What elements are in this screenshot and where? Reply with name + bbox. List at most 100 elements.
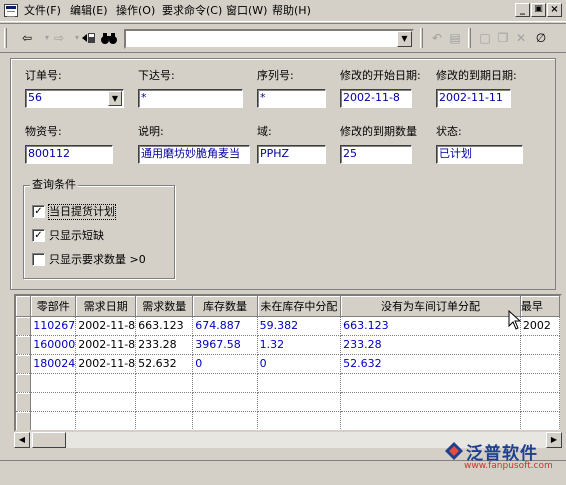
toolbar-separator [420, 28, 423, 48]
order-no-dropdown-button[interactable]: ▼ [108, 91, 122, 106]
row-header[interactable] [16, 392, 32, 412]
row-header[interactable] [16, 335, 32, 355]
table-row[interactable]: 110267 2002-11-8 663.123 674.887 59.382 … [16, 316, 560, 336]
menu-operation[interactable]: 操作(O) [116, 4, 155, 18]
today-pickup-label: 当日提货计划 [48, 204, 116, 220]
due-qty-label: 修改的到期数量 [340, 125, 417, 138]
order-no-select[interactable]: 56 ▼ [25, 89, 124, 108]
domain-label: 域: [257, 125, 272, 138]
cell-unallocated-stock[interactable]: 59.382 [257, 316, 342, 336]
cell-earliest[interactable] [520, 354, 560, 374]
desc-label: 说明: [138, 125, 164, 138]
cell-req-qty[interactable]: 52.632 [135, 354, 194, 374]
row-header[interactable] [16, 411, 32, 430]
cell-stock-qty[interactable]: 0 [192, 354, 258, 374]
start-date-input[interactable]: 2002-11-8 [340, 89, 412, 108]
shortage-only-label: 只显示短缺 [49, 229, 104, 242]
requirements-table: 零部件 需求日期 需求数量 库存数量 未在库存中分配 没有为车间订单分配 最早 … [16, 296, 560, 430]
undo-icon[interactable]: ↶ [428, 30, 446, 46]
cell-unallocated-workorder[interactable]: 52.632 [340, 354, 521, 374]
col-header-unallocated-stock[interactable]: 未在库存中分配 [257, 296, 342, 317]
toolbar-grip [4, 28, 7, 48]
cell-unallocated-stock[interactable]: 0 [257, 354, 342, 374]
item-no-label: 物资号: [25, 125, 62, 138]
due-date-input[interactable]: 2002-11-11 [436, 89, 511, 108]
cell-req-date[interactable]: 2002-11-8 [75, 316, 137, 336]
eraser-icon[interactable]: ∅ [532, 30, 550, 46]
cell-unallocated-workorder[interactable]: 233.28 [340, 335, 521, 355]
menu-window[interactable]: 窗口(W) [226, 4, 267, 18]
forward-arrow-icon[interactable]: ⇨ [50, 30, 68, 46]
start-date-label: 修改的开始日期: [340, 69, 421, 82]
close-button[interactable]: × [547, 3, 562, 17]
row-header[interactable] [16, 354, 32, 374]
scroll-left-button[interactable]: ◀ [14, 432, 30, 448]
shortage-only-checkbox[interactable]: ✓ [32, 229, 45, 242]
next-record-icon[interactable] [80, 30, 98, 46]
desc-input[interactable]: 通用磨坊妙脆角麦当 [138, 145, 250, 164]
col-header-req-date[interactable]: 需求日期 [75, 296, 137, 317]
issue-no-label: 下达号: [138, 69, 175, 82]
due-date-label: 修改的到期日期: [436, 69, 517, 82]
menu-file[interactable]: 文件(F) [24, 4, 61, 18]
binoculars-icon[interactable] [100, 30, 118, 46]
minimize-button[interactable]: _ [515, 3, 530, 17]
cell-unallocated-workorder[interactable]: 663.123 [340, 316, 521, 336]
issue-no-input[interactable]: * [138, 89, 243, 108]
domain-input[interactable]: PPHZ [257, 145, 326, 164]
save-icon[interactable]: ▤ [446, 30, 464, 46]
cell-part[interactable]: 110267 [30, 316, 77, 336]
table-row-empty[interactable] [16, 411, 560, 430]
restore-button[interactable]: ▣ [531, 3, 546, 17]
menu-edit[interactable]: 编辑(E) [70, 4, 108, 18]
status-input[interactable]: 已计划 [436, 145, 523, 164]
requirements-grid[interactable]: 零部件 需求日期 需求数量 库存数量 未在库存中分配 没有为车间订单分配 最早 … [14, 294, 562, 432]
row-header[interactable] [16, 316, 32, 336]
col-header-stock-qty[interactable]: 库存数量 [192, 296, 258, 317]
table-row-empty[interactable] [16, 392, 560, 412]
order-no-label: 订单号: [25, 69, 62, 82]
cell-req-qty[interactable]: 663.123 [135, 316, 194, 336]
menu-request-command[interactable]: 要求命令(C) [162, 4, 222, 18]
cell-part[interactable]: 160000 [30, 335, 77, 355]
col-header-req-qty[interactable]: 需求数量 [135, 296, 194, 317]
table-row[interactable]: 160000 2002-11-8 233.28 3967.58 1.32 233… [16, 335, 560, 355]
col-header-earliest[interactable]: 最早 [520, 296, 560, 317]
back-arrow-icon[interactable]: ⇦ [18, 30, 36, 46]
combo-dropdown-button[interactable]: ▼ [397, 31, 412, 47]
new-doc-icon[interactable]: □ [476, 30, 494, 46]
qty-positive-checkbox[interactable] [32, 253, 45, 266]
app-icon[interactable] [4, 4, 18, 17]
col-header-unallocated-workorder[interactable]: 没有为车间订单分配 [340, 296, 521, 317]
table-row[interactable]: 180024 2002-11-8 52.632 0 0 52.632 [16, 354, 560, 374]
cell-req-date[interactable]: 2002-11-8 [75, 354, 137, 374]
cell-earliest[interactable]: 2002 [520, 316, 560, 336]
fanpusoft-logo-icon [445, 442, 463, 460]
cell-req-date[interactable]: 2002-11-8 [75, 335, 137, 355]
seq-no-label: 序列号: [257, 69, 294, 82]
item-no-input[interactable]: 800112 [25, 145, 113, 164]
search-combo[interactable]: ▼ [124, 29, 414, 49]
query-conditions-group: 查询条件 ✓ 当日提货计划 ✓ 只显示短缺 只显示要求数量 >0 [23, 178, 175, 279]
cell-stock-qty[interactable]: 3967.58 [192, 335, 258, 355]
cell-req-qty[interactable]: 233.28 [135, 335, 194, 355]
menu-help[interactable]: 帮助(H) [272, 4, 311, 18]
query-conditions-title: 查询条件 [30, 178, 78, 192]
row-header[interactable] [16, 373, 32, 393]
scroll-thumb[interactable] [32, 432, 66, 448]
copy-icon[interactable]: ❐ [494, 30, 512, 46]
cell-unallocated-stock[interactable]: 1.32 [257, 335, 342, 355]
col-header-part[interactable]: 零部件 [30, 296, 77, 317]
due-qty-input[interactable]: 25 [340, 145, 412, 164]
delete-icon[interactable]: ✕ [512, 30, 530, 46]
table-header-row: 零部件 需求日期 需求数量 库存数量 未在库存中分配 没有为车间订单分配 最早 [16, 296, 560, 317]
table-row-empty[interactable] [16, 373, 560, 393]
seq-no-input[interactable]: * [257, 89, 326, 108]
cell-earliest[interactable] [520, 335, 560, 355]
cell-stock-qty[interactable]: 674.887 [192, 316, 258, 336]
toolbar: ⇦ ▾ ⇨ ▾ ▼ ↶ ▤ □ ❐ ✕ ∅ [0, 23, 566, 53]
cell-part[interactable]: 180024 [30, 354, 77, 374]
form-panel: 订单号: 56 ▼ 下达号: * 序列号: * 修改的开始日期: 2002-11… [10, 58, 556, 290]
row-header-corner [16, 296, 32, 317]
today-pickup-checkbox[interactable]: ✓ [32, 205, 45, 218]
